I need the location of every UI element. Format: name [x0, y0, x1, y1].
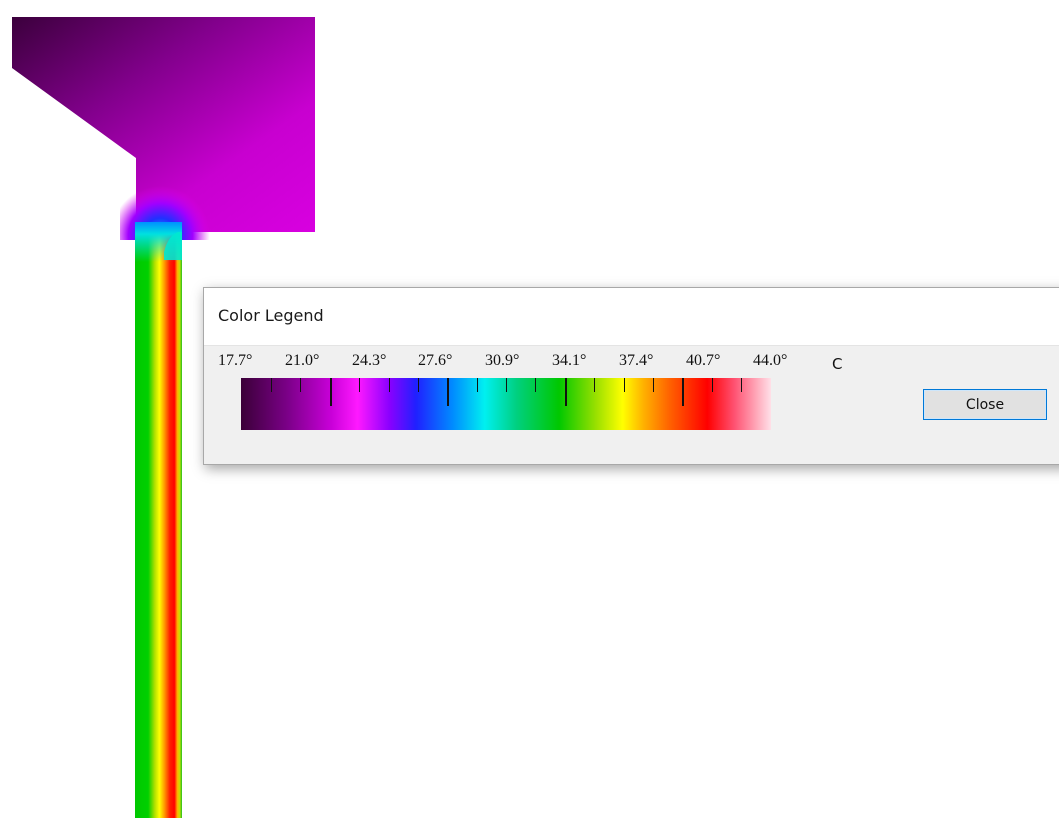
legend-major-tick	[564, 378, 567, 406]
color-legend-dialog: Color Legend 17.7° 21.0° 24.3° 27.6° 30.…	[203, 287, 1059, 465]
legend-tick-label: 44.0°	[753, 352, 788, 369]
legend-major-tick	[682, 378, 685, 406]
legend-tick-label: 27.6°	[418, 352, 453, 369]
legend-unit-label: C	[832, 355, 843, 373]
legend-minor-tick	[652, 378, 654, 392]
legend-tick-labels: 17.7° 21.0° 24.3° 27.6° 30.9° 34.1° 37.4…	[204, 352, 1059, 374]
legend-minor-tick	[300, 378, 302, 392]
legend-tick-label: 37.4°	[619, 352, 654, 369]
legend-tick-label: 17.7°	[218, 352, 253, 369]
legend-minor-tick	[359, 378, 361, 392]
legend-tick-label: 21.0°	[285, 352, 320, 369]
legend-tick-label: 30.9°	[485, 352, 520, 369]
close-button[interactable]: Close	[923, 389, 1047, 420]
legend-minor-tick	[417, 378, 419, 392]
legend-minor-tick	[741, 378, 742, 392]
legend-minor-tick	[388, 378, 390, 392]
legend-minor-tick	[476, 378, 478, 392]
legend-tick-label: 24.3°	[352, 352, 387, 369]
dialog-title: Color Legend	[218, 306, 324, 325]
legend-minor-tick	[711, 378, 713, 392]
legend-minor-tick	[594, 378, 596, 392]
legend-major-tick	[329, 378, 332, 406]
legend-minor-tick	[271, 378, 272, 392]
plot-stem-region	[135, 225, 182, 818]
legend-minor-tick	[535, 378, 537, 392]
application-canvas: Color Legend 17.7° 21.0° 24.3° 27.6° 30.…	[0, 0, 1059, 818]
legend-tick-label: 34.1°	[552, 352, 587, 369]
dialog-titlebar: Color Legend	[204, 288, 1059, 346]
legend-major-tick	[447, 378, 450, 406]
legend-tick-marks	[241, 378, 771, 430]
legend-tick-label: 40.7°	[686, 352, 721, 369]
legend-minor-tick	[506, 378, 507, 392]
legend-minor-tick	[623, 378, 625, 392]
